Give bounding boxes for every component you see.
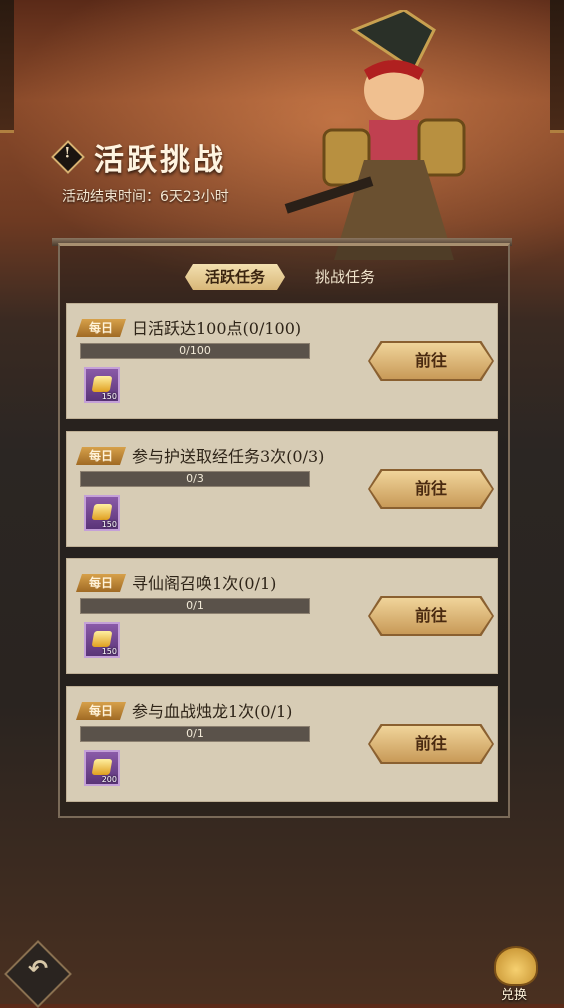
left-frame-ornament bbox=[0, 0, 14, 133]
reward-item[interactable]: 150 bbox=[84, 622, 120, 658]
progress-text: 0/1 bbox=[186, 599, 204, 612]
task-title: 寻仙阁召唤1次(0/1) bbox=[132, 574, 277, 593]
treasure-bag-icon bbox=[494, 946, 538, 986]
task-tabs: 活跃任务 挑战任务 bbox=[185, 264, 393, 290]
exclamation-diamond-icon: ! bbox=[51, 140, 85, 174]
task-card: 每日 参与血战烛龙1次(0/1) 0/1 200 前往 bbox=[66, 686, 498, 802]
page-title-group: ! 活跃挑战 bbox=[51, 135, 226, 179]
task-title: 参与护送取经任务3次(0/3) bbox=[132, 447, 325, 466]
task-title: 参与血战烛龙1次(0/1) bbox=[132, 702, 293, 721]
task-card: 每日 寻仙阁召唤1次(0/1) 0/1 150 前往 bbox=[66, 558, 498, 674]
task-card: 每日 参与护送取经任务3次(0/3) 0/3 150 前往 bbox=[66, 431, 498, 547]
gold-ingot-icon bbox=[91, 759, 113, 775]
reward-quantity: 150 bbox=[101, 647, 117, 656]
back-arrow-icon: ↶ bbox=[27, 954, 49, 983]
go-button[interactable]: 前往 bbox=[370, 598, 492, 634]
task-card: 每日 日活跃达100点(0/100) 0/100 150 前往 bbox=[66, 303, 498, 419]
daily-badge: 每日 bbox=[76, 574, 126, 592]
go-button[interactable]: 前往 bbox=[370, 726, 492, 762]
exchange-label: 兑换 bbox=[500, 988, 527, 1003]
event-end-time: 活动结束时间：6天23小时 bbox=[62, 189, 229, 205]
task-progress-bar: 0/1 bbox=[80, 598, 310, 614]
task-progress-bar: 0/100 bbox=[80, 343, 310, 359]
progress-text: 0/100 bbox=[179, 344, 211, 357]
daily-badge: 每日 bbox=[76, 447, 126, 465]
reward-item[interactable]: 150 bbox=[84, 495, 120, 531]
reward-quantity: 200 bbox=[101, 775, 117, 784]
daily-badge: 每日 bbox=[76, 319, 126, 337]
gold-ingot-icon bbox=[91, 376, 113, 392]
gold-ingot-icon bbox=[91, 631, 113, 647]
progress-text: 0/1 bbox=[186, 727, 204, 740]
reward-quantity: 150 bbox=[101, 392, 117, 401]
go-button[interactable]: 前往 bbox=[370, 343, 492, 379]
page-title: 活跃挑战 bbox=[94, 143, 226, 178]
exchange-button[interactable]: 兑换 bbox=[484, 940, 544, 1003]
task-progress-bar: 0/1 bbox=[80, 726, 310, 742]
daily-badge: 每日 bbox=[76, 702, 126, 720]
go-button[interactable]: 前往 bbox=[370, 471, 492, 507]
task-title: 日活跃达100点(0/100) bbox=[132, 319, 302, 338]
hero-character-illustration bbox=[284, 10, 466, 260]
tab-challenge-tasks[interactable]: 挑战任务 bbox=[297, 264, 393, 290]
reward-item[interactable]: 200 bbox=[84, 750, 120, 786]
back-button[interactable]: ↶ bbox=[4, 940, 72, 1008]
task-progress-bar: 0/3 bbox=[80, 471, 310, 487]
progress-text: 0/3 bbox=[186, 472, 204, 485]
reward-quantity: 150 bbox=[101, 520, 117, 529]
tab-active-tasks[interactable]: 活跃任务 bbox=[185, 264, 286, 290]
gold-ingot-icon bbox=[91, 504, 113, 520]
right-frame-ornament bbox=[550, 0, 564, 133]
reward-item[interactable]: 150 bbox=[84, 367, 120, 403]
